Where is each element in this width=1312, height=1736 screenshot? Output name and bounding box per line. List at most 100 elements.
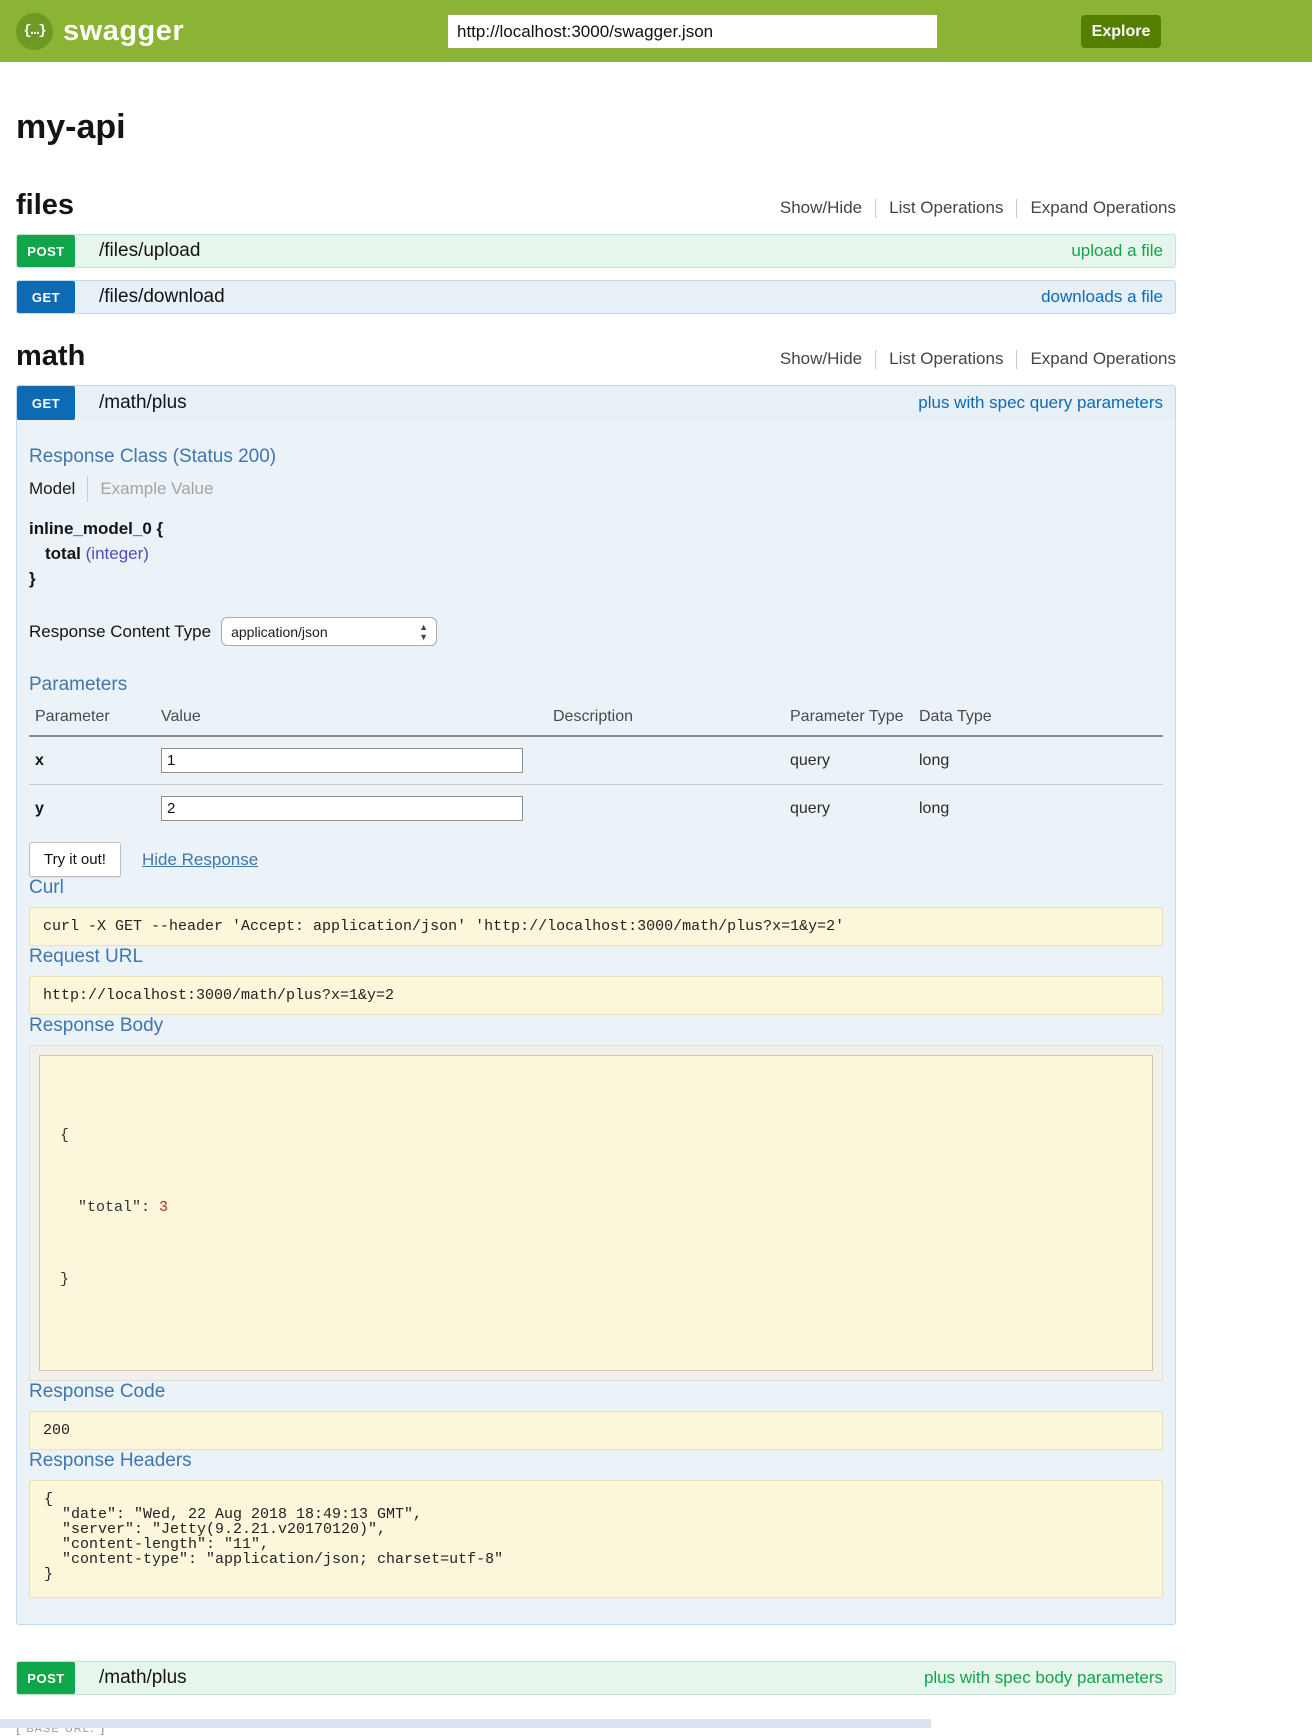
operation-summary-link[interactable]: upload a file xyxy=(1071,241,1163,261)
parameter-x-input[interactable] xyxy=(161,748,523,773)
json-line: } xyxy=(60,1268,1132,1292)
section-controls-files: Show/Hide List Operations Expand Operati… xyxy=(780,198,1176,222)
list-operations-link[interactable]: List Operations xyxy=(889,349,1003,369)
parameter-description xyxy=(547,785,784,833)
parameter-type: query xyxy=(784,736,913,785)
request-url-value: http://localhost:3000/math/plus?x=1&y=2 xyxy=(29,976,1163,1015)
parameter-data-type: long xyxy=(913,736,1163,785)
column-header: Parameter xyxy=(29,704,155,736)
json-number: 3 xyxy=(159,1199,168,1216)
parameter-row-y: y query long xyxy=(29,785,1163,833)
parameter-description xyxy=(547,736,784,785)
response-code-heading: Response Code xyxy=(29,1381,1163,1403)
show-hide-link[interactable]: Show/Hide xyxy=(780,198,862,218)
tab-example-value[interactable]: Example Value xyxy=(100,479,213,499)
column-header: Parameter Type xyxy=(784,704,913,736)
expand-operations-link[interactable]: Expand Operations xyxy=(1030,198,1176,218)
parameter-name: x xyxy=(29,736,155,785)
section-title-math[interactable]: math xyxy=(16,340,85,373)
brand-title: swagger xyxy=(63,15,184,48)
json-line: { xyxy=(60,1124,1132,1148)
post-method-badge[interactable]: POST xyxy=(17,1662,75,1694)
try-it-out-row: Try it out! Hide Response xyxy=(29,842,1163,877)
json-line: "total": 3 xyxy=(60,1196,1132,1220)
divider xyxy=(87,476,88,502)
operation-path[interactable]: /math/plus xyxy=(99,1667,187,1689)
response-body-wrapper: { "total": 3 } xyxy=(29,1045,1163,1381)
selected-option: application/json xyxy=(231,624,328,640)
model-signature-close: } xyxy=(29,566,1163,591)
response-class-heading: Response Class (Status 200) xyxy=(29,446,1163,468)
header-bar: {…} swagger Explore xyxy=(0,0,1312,62)
parameters-heading: Parameters xyxy=(29,674,1163,696)
get-method-badge[interactable]: GET xyxy=(17,281,75,313)
expand-operations-link[interactable]: Expand Operations xyxy=(1030,349,1176,369)
operation-summary-link[interactable]: plus with spec body parameters xyxy=(924,1668,1163,1688)
response-body-json: { "total": 3 } xyxy=(39,1055,1153,1371)
response-code-value: 200 xyxy=(29,1411,1163,1450)
operation-path[interactable]: /files/upload xyxy=(99,240,200,262)
model-property: total (integer) xyxy=(29,541,1163,566)
parameter-y-input[interactable] xyxy=(161,796,523,821)
response-body-heading: Response Body xyxy=(29,1015,1163,1037)
explore-button[interactable]: Explore xyxy=(1081,15,1161,48)
divider xyxy=(1016,350,1017,369)
parameter-row-x: x query long xyxy=(29,736,1163,785)
response-headers-heading: Response Headers xyxy=(29,1450,1163,1472)
show-hide-link[interactable]: Show/Hide xyxy=(780,349,862,369)
divider xyxy=(1016,199,1017,218)
section-header-math: math Show/Hide List Operations Expand Op… xyxy=(16,340,1176,373)
parameters-header-row: Parameter Value Description Parameter Ty… xyxy=(29,704,1163,736)
operation-path[interactable]: /files/download xyxy=(99,286,225,308)
response-content-type-select[interactable]: application/json ▲▼ xyxy=(221,617,437,646)
parameter-type: query xyxy=(784,785,913,833)
operation-content: Response Class (Status 200) Model Exampl… xyxy=(17,420,1175,1624)
page-title: my-api xyxy=(16,108,1176,147)
try-it-out-button[interactable]: Try it out! xyxy=(29,842,121,877)
model-property-name: total xyxy=(45,544,81,563)
swagger-url-input[interactable] xyxy=(447,14,938,49)
column-header: Value xyxy=(155,704,547,736)
model-tabs: Model Example Value xyxy=(29,476,1163,502)
curl-command: curl -X GET --header 'Accept: applicatio… xyxy=(29,907,1163,946)
divider xyxy=(875,350,876,369)
operation-path[interactable]: /math/plus xyxy=(99,392,187,414)
json-line: "date": "Wed, 22 Aug 2018 18:49:13 GMT", xyxy=(44,1507,1148,1522)
response-content-type-row: Response Content Type application/json ▲… xyxy=(29,617,1163,646)
json-line: { xyxy=(44,1492,1148,1507)
request-url-heading: Request URL xyxy=(29,946,1163,968)
operation-row-files-upload: POST /files/upload upload a file xyxy=(16,234,1176,268)
get-method-badge[interactable]: GET xyxy=(17,386,75,420)
hide-response-link[interactable]: Hide Response xyxy=(142,850,258,870)
list-operations-link[interactable]: List Operations xyxy=(889,198,1003,218)
parameter-data-type: long xyxy=(913,785,1163,833)
operation-summary-link[interactable]: plus with spec query parameters xyxy=(918,393,1163,413)
operation-expanded-math-plus-get: GET /math/plus plus with spec query para… xyxy=(16,385,1176,1625)
response-headers-json: { "date": "Wed, 22 Aug 2018 18:49:13 GMT… xyxy=(29,1480,1163,1598)
column-header: Data Type xyxy=(913,704,1163,736)
bottom-strip xyxy=(0,1719,931,1728)
model-signature: inline_model_0 { total (integer) } xyxy=(29,516,1163,591)
json-line: "server": "Jetty(9.2.21.v20170120)", xyxy=(44,1522,1148,1537)
operation-row-files-download: GET /files/download downloads a file xyxy=(16,280,1176,314)
swagger-logo-icon: {…} xyxy=(16,13,53,50)
parameter-name: y xyxy=(29,785,155,833)
operation-row-math-plus-get: GET /math/plus plus with spec query para… xyxy=(17,386,1175,420)
section-header-files: files Show/Hide List Operations Expand O… xyxy=(16,189,1176,222)
model-property-type: (integer) xyxy=(86,544,149,563)
json-line: "content-type": "application/json; chars… xyxy=(44,1552,1148,1567)
json-line: } xyxy=(44,1567,1148,1582)
divider xyxy=(875,199,876,218)
swagger-logo[interactable]: {…} swagger xyxy=(16,13,184,50)
json-line: "content-length": "11", xyxy=(44,1537,1148,1552)
curl-heading: Curl xyxy=(29,877,1163,899)
updown-arrows-icon: ▲▼ xyxy=(419,622,428,642)
section-title-files[interactable]: files xyxy=(16,189,74,222)
parameters-table: Parameter Value Description Parameter Ty… xyxy=(29,704,1163,832)
operation-row-math-plus-post: POST /math/plus plus with spec body para… xyxy=(16,1661,1176,1695)
operation-summary-link[interactable]: downloads a file xyxy=(1041,287,1163,307)
section-controls-math: Show/Hide List Operations Expand Operati… xyxy=(780,349,1176,373)
tab-model[interactable]: Model xyxy=(29,479,75,499)
post-method-badge[interactable]: POST xyxy=(17,235,75,267)
model-signature-open: inline_model_0 { xyxy=(29,516,1163,541)
